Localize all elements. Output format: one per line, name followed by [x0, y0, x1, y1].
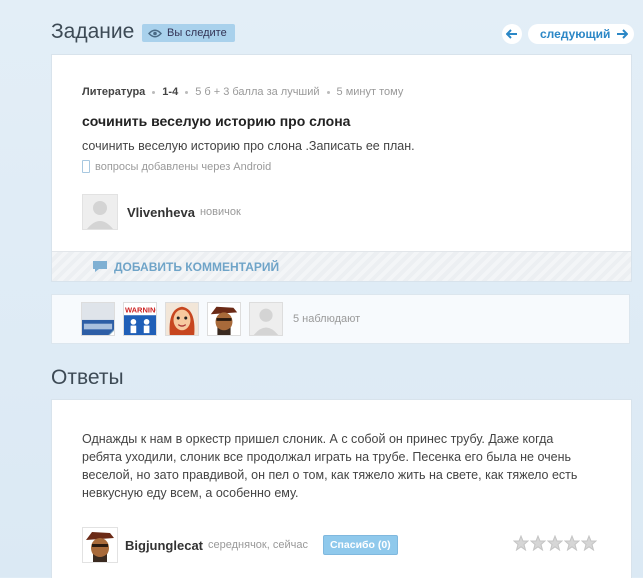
- watcher-avatar-warning[interactable]: WARNING: [123, 302, 157, 336]
- thanks-button[interactable]: Спасибо (0): [322, 535, 398, 555]
- default-user-icon: [250, 303, 282, 335]
- question-author: Vlivenheva новичок: [82, 194, 241, 230]
- device-note: вопросы добавлены через Android: [82, 160, 271, 173]
- comment-bubble-icon: [93, 261, 107, 272]
- answer-author-avatar[interactable]: [82, 527, 118, 563]
- author-rank: новичок: [199, 206, 241, 218]
- time-label: 5 минут тому: [336, 86, 404, 98]
- follow-badge-label: Вы следите: [167, 27, 227, 39]
- watcher-avatar-photo[interactable]: [81, 302, 115, 336]
- watchers-bar: WARNING 5: [51, 294, 630, 344]
- add-comment-label: ДОБАВИТЬ КОММЕНТАРИЙ: [114, 259, 280, 274]
- previous-button[interactable]: [502, 24, 522, 44]
- cartoon-man-avatar-icon: [83, 528, 117, 562]
- answers-section-title: Ответы: [51, 366, 124, 389]
- next-button[interactable]: следующий: [528, 24, 635, 44]
- watchers-count: 5 наблюдают: [293, 313, 361, 325]
- add-comment-button[interactable]: ДОБАВИТЬ КОММЕНТАРИЙ: [52, 251, 631, 281]
- star-icon[interactable]: [581, 535, 597, 551]
- separator-dot: [326, 90, 330, 94]
- question-section-title: Задание: [51, 20, 135, 43]
- pencil-icon: [108, 329, 114, 335]
- warning-avatar-icon: WARNING: [124, 303, 156, 335]
- cartoon-man-avatar-icon: [208, 303, 240, 335]
- arrow-left-icon: [506, 29, 517, 39]
- answer-author-meta: середнячок, сейчас: [208, 539, 308, 551]
- watcher-avatar-cartoon-man[interactable]: [207, 302, 241, 336]
- star-icon[interactable]: [530, 535, 546, 551]
- watcher-avatar-default[interactable]: [249, 302, 283, 336]
- answer-text: Однажды к нам в оркестр пришел слоник. А…: [82, 432, 578, 500]
- cartoon-girl-avatar-icon: [166, 303, 198, 335]
- answer-author: Bigjunglecat середнячок, сейчас Спасибо …: [82, 527, 398, 563]
- star-icon[interactable]: [547, 535, 563, 551]
- answer-author-name[interactable]: Bigjunglecat: [125, 538, 203, 553]
- grade-label: 1-4: [162, 86, 179, 98]
- question-meta: Литература 1-4 5 б + 3 балла за лучший 5…: [82, 86, 403, 98]
- rating-stars: [513, 535, 597, 551]
- question-navigation: следующий: [502, 24, 635, 44]
- next-button-label: следующий: [540, 27, 611, 41]
- author-name[interactable]: Vlivenheva: [127, 205, 195, 220]
- question-text: сочинить веселую историю про слона .Запи…: [82, 139, 415, 153]
- eye-icon: [148, 29, 162, 37]
- follow-badge[interactable]: Вы следите: [142, 24, 235, 42]
- answer-card: Однажды к нам в оркестр пришел слоник. А…: [51, 399, 632, 578]
- svg-text:WARNING: WARNING: [125, 305, 156, 314]
- star-icon[interactable]: [564, 535, 580, 551]
- question-title: сочинить веселую историю про слона: [82, 113, 351, 129]
- device-note-text: вопросы добавлены через Android: [95, 160, 272, 173]
- separator-dot: [185, 90, 189, 94]
- default-user-icon: [83, 195, 117, 229]
- author-avatar[interactable]: [82, 194, 118, 230]
- phone-icon: [82, 160, 90, 173]
- arrow-right-icon: [617, 29, 629, 39]
- watcher-avatar-cartoon-girl[interactable]: [165, 302, 199, 336]
- points-label: 5 б + 3 балла за лучший: [195, 86, 320, 98]
- question-card: Литература 1-4 5 б + 3 балла за лучший 5…: [51, 54, 632, 282]
- separator-dot: [152, 90, 156, 94]
- subject-link[interactable]: Литература: [82, 86, 145, 98]
- star-icon[interactable]: [513, 535, 529, 551]
